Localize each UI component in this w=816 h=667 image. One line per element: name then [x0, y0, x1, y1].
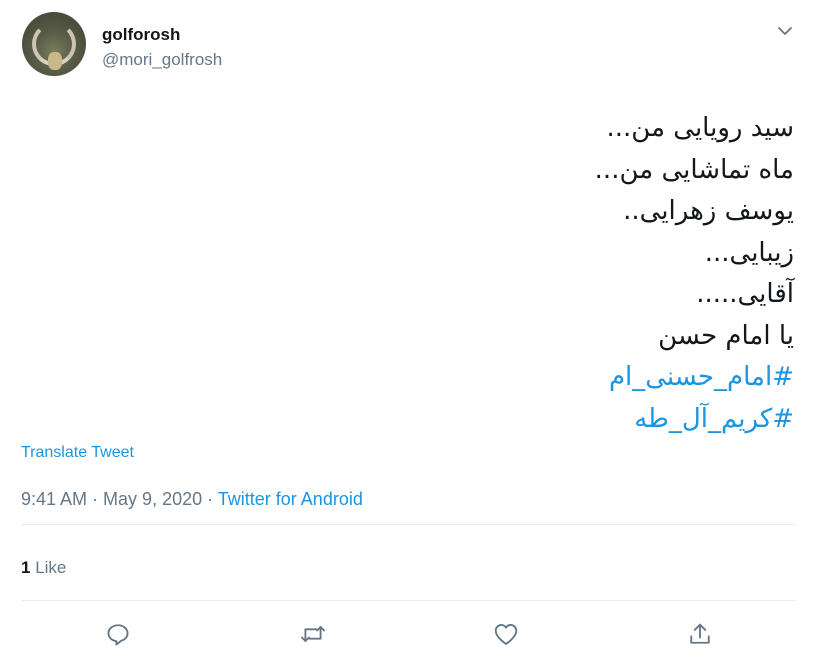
tweet-line: ماه تماشایی من...	[594, 154, 794, 185]
likes-count: 1	[21, 558, 31, 577]
tweet-line: یوسف زهرایی..	[623, 196, 794, 226]
share-icon	[690, 623, 710, 644]
reply-icon	[107, 624, 129, 646]
retweet-icon	[300, 626, 326, 642]
reply-button[interactable]	[104, 620, 132, 648]
divider	[21, 524, 796, 525]
divider	[21, 600, 796, 601]
meta-separator: ·	[87, 489, 104, 509]
tweet-line: سید رویایی من...	[606, 113, 795, 143]
tweet-date[interactable]: May 9, 2020	[103, 489, 202, 509]
tweet-line: آقایی.....	[696, 279, 794, 309]
tweet-line: یا امام حسن	[658, 320, 794, 351]
tweet-line: زیبایی...	[704, 237, 794, 268]
hashtag-link[interactable]: #امام_حسنی_ام	[194, 357, 794, 399]
avatar[interactable]	[22, 12, 86, 76]
like-button[interactable]	[492, 620, 520, 648]
user-handle[interactable]: @mori_golfrosh	[102, 50, 222, 70]
display-name[interactable]: golforosh	[102, 25, 180, 45]
retweet-button[interactable]	[299, 620, 327, 648]
tweet-meta: 9:41 AM · May 9, 2020 · Twitter for Andr…	[21, 489, 363, 510]
meta-separator: ·	[202, 489, 218, 509]
chevron-down-icon[interactable]	[774, 20, 796, 42]
translate-tweet-link[interactable]: Translate Tweet	[21, 444, 134, 462]
tweet-text: سید رویایی من... ماه تماشایی من... یوسف …	[194, 108, 794, 440]
likes-stat[interactable]: 1 Like	[21, 558, 66, 578]
avatar-pendant-shape	[48, 52, 62, 70]
share-button[interactable]	[686, 620, 714, 648]
tweet-time[interactable]: 9:41 AM	[21, 489, 87, 509]
tweet-source-link[interactable]: Twitter for Android	[218, 489, 363, 509]
hashtag-link[interactable]: #کریم_آل_طه	[194, 399, 794, 441]
likes-label: Like	[35, 558, 67, 577]
heart-icon	[494, 623, 518, 645]
